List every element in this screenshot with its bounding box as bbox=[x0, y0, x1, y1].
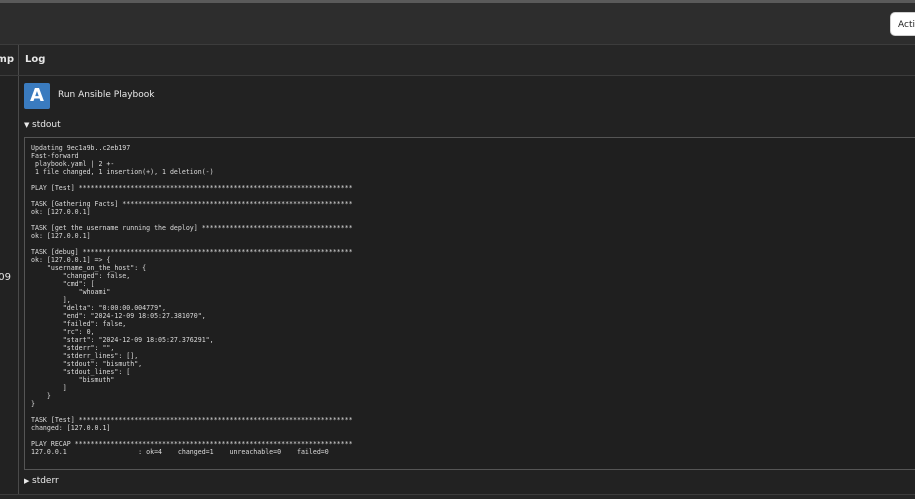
timestamp-cell: 2024-12-09 bbox=[0, 76, 19, 494]
stdout-text: Updating 9ec1a9b..c2eb197 Fast-forward p… bbox=[31, 144, 353, 456]
actions-button[interactable]: Actions bbox=[890, 12, 915, 36]
log-column-header[interactable]: Log bbox=[25, 54, 45, 65]
table-header: Timestamp Log bbox=[0, 45, 915, 76]
table-row: 2024-12-09 A Run Ansible Playbook ▼stdou… bbox=[0, 76, 915, 494]
triangle-down-icon: ▼ bbox=[24, 121, 30, 129]
stderr-toggle[interactable]: ▶ stderr bbox=[24, 476, 59, 486]
timestamp-value: 2024-12-09 bbox=[0, 272, 11, 283]
timestamp-column-header[interactable]: Timestamp bbox=[0, 45, 19, 75]
bottom-divider bbox=[0, 494, 915, 499]
triangle-right-icon: ▶ bbox=[24, 477, 30, 485]
stdout-label: stdout bbox=[32, 120, 61, 130]
task-name: Run Ansible Playbook bbox=[58, 90, 155, 100]
stderr-label: stderr bbox=[32, 476, 59, 486]
toolbar: Actions bbox=[0, 3, 915, 45]
timestamp-header-label: Timestamp bbox=[0, 54, 14, 65]
stdout-panel: Updating 9ec1a9b..c2eb197 Fast-forward p… bbox=[24, 137, 915, 470]
stdout-toggle[interactable]: ▼ stdout bbox=[24, 120, 61, 130]
ansible-logo-icon: A bbox=[24, 83, 50, 109]
